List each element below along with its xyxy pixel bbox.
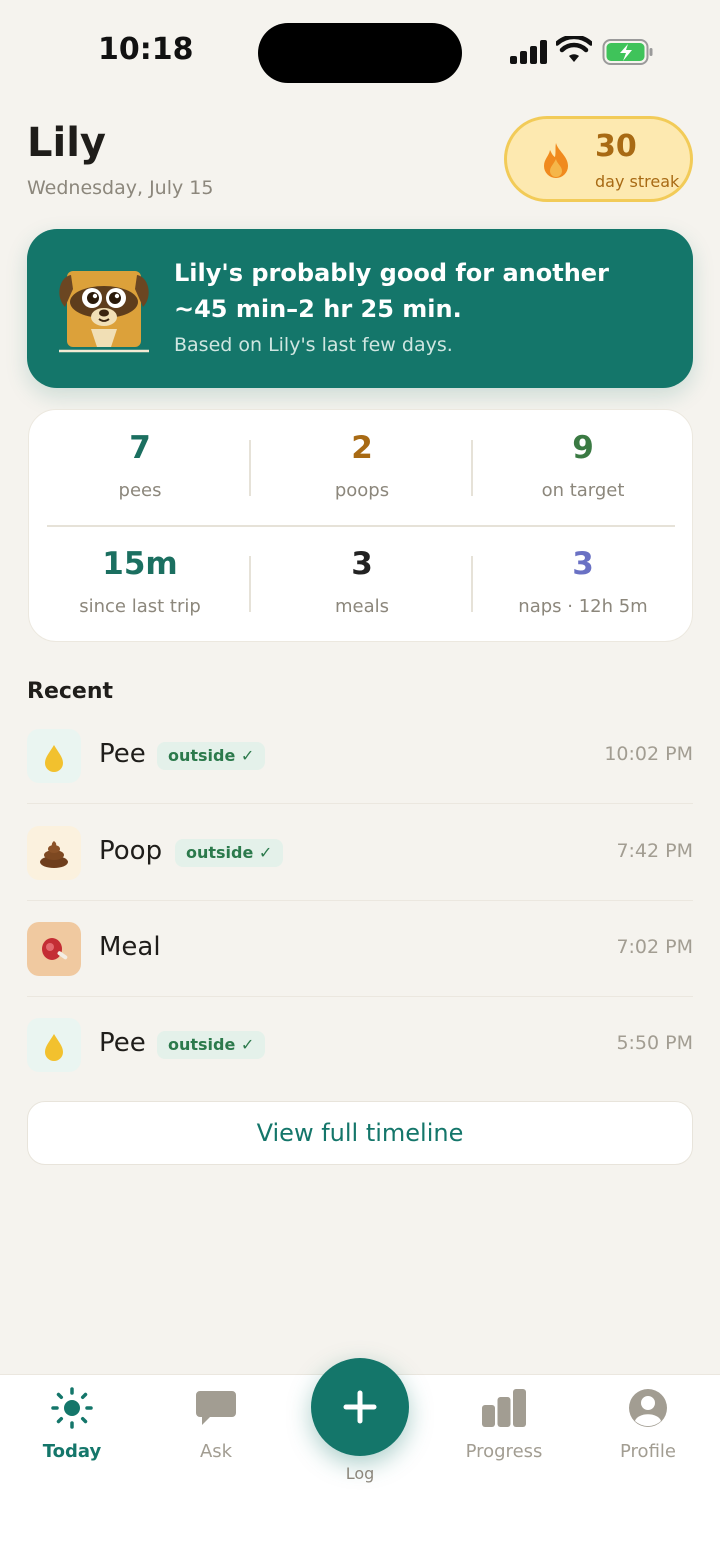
- stat-poops: 2 poops: [251, 430, 473, 501]
- log-label: Log: [345, 1464, 375, 1483]
- status-time: 10:18: [98, 32, 194, 67]
- pee-drop-icon: [27, 729, 81, 783]
- tab-label: Today: [42, 1441, 102, 1462]
- event-time: 7:02 PM: [616, 936, 693, 958]
- person-icon: [629, 1389, 667, 1427]
- tab-today[interactable]: Today: [0, 1387, 144, 1477]
- streak-count: 30: [595, 129, 637, 164]
- stat-label: naps · 12h 5m: [518, 596, 648, 617]
- meat-icon: [27, 922, 81, 976]
- stat-value: 7: [129, 430, 151, 466]
- stat-label: poops: [334, 480, 390, 501]
- divider: [471, 556, 473, 612]
- stat-meals: 3 meals: [251, 546, 473, 617]
- view-full-timeline-button[interactable]: View full timeline: [27, 1101, 693, 1165]
- streak-label: day streak: [595, 172, 680, 191]
- prediction-title: Lily's probably good for another ~45 min…: [174, 259, 609, 323]
- recent-heading: Recent: [27, 679, 114, 704]
- divider: [47, 525, 675, 527]
- plus-icon: [343, 1390, 377, 1424]
- event-label: Pee: [99, 1028, 146, 1058]
- status-bar: 10:18: [0, 0, 720, 100]
- list-item[interactable]: Pee outside ✓ 5:50 PM: [27, 997, 693, 1093]
- bar-chart-icon: [482, 1389, 526, 1427]
- event-time: 5:50 PM: [616, 1032, 693, 1054]
- stat-value: 15m: [102, 546, 178, 582]
- streak-badge[interactable]: 30 day streak: [504, 116, 693, 202]
- date-label: Wednesday, July 15: [27, 177, 214, 199]
- signal-icon: [510, 40, 548, 64]
- stat-label: meals: [334, 596, 390, 617]
- pee-drop-icon: [27, 1018, 81, 1072]
- stats-card: 7 pees 2 poops 9 on target 15m since las…: [28, 409, 693, 642]
- tab-label: Ask: [199, 1441, 233, 1462]
- event-label: Poop: [99, 836, 163, 866]
- log-button[interactable]: [311, 1358, 409, 1456]
- tab-profile[interactable]: Profile: [576, 1387, 720, 1477]
- battery-icon: [602, 39, 653, 65]
- event-time: 10:02 PM: [604, 743, 693, 765]
- stat-value: 3: [351, 546, 373, 582]
- divider: [249, 440, 251, 496]
- prediction-subtitle: Based on Lily's last few days.: [174, 334, 453, 356]
- status-badge: outside ✓: [157, 1031, 266, 1059]
- event-label: Pee: [99, 739, 146, 769]
- divider: [27, 802, 693, 804]
- divider: [249, 556, 251, 612]
- status-badge: outside ✓: [157, 742, 266, 770]
- wifi-icon: [556, 36, 592, 62]
- tab-label: Profile: [620, 1441, 676, 1462]
- stat-value: 9: [572, 430, 594, 466]
- stat-label: on target: [541, 480, 625, 501]
- dog-mascot-icon: [59, 271, 149, 353]
- flame-icon: [544, 143, 568, 178]
- chat-bubble-icon: [196, 1391, 236, 1425]
- stat-pees: 7 pees: [29, 430, 251, 501]
- stat-label: pees: [118, 480, 162, 501]
- list-item[interactable]: Pee outside ✓ 10:02 PM: [27, 708, 693, 804]
- tab-progress[interactable]: Progress: [432, 1387, 576, 1477]
- stat-value: 3: [572, 546, 594, 582]
- page-title: Lily: [27, 120, 106, 166]
- stat-on-target: 9 on target: [472, 430, 694, 501]
- tab-label: Progress: [465, 1441, 543, 1462]
- divider: [471, 440, 473, 496]
- status-badge: outside ✓: [175, 839, 284, 867]
- list-item[interactable]: Meal 7:02 PM: [27, 901, 693, 997]
- stat-since-last-trip: 15m since last trip: [29, 546, 251, 617]
- poop-icon: [27, 826, 81, 880]
- prediction-card: Lily's probably good for another ~45 min…: [27, 229, 693, 388]
- stat-label: since last trip: [79, 596, 201, 617]
- list-item[interactable]: Poop outside ✓ 7:42 PM: [27, 805, 693, 901]
- dynamic-island: [258, 23, 462, 83]
- tab-ask[interactable]: Ask: [144, 1387, 288, 1477]
- event-time: 7:42 PM: [616, 840, 693, 862]
- stat-value: 2: [351, 430, 373, 466]
- sun-icon: [51, 1387, 93, 1429]
- event-label: Meal: [99, 932, 161, 962]
- stat-naps: 3 naps · 12h 5m: [472, 546, 694, 617]
